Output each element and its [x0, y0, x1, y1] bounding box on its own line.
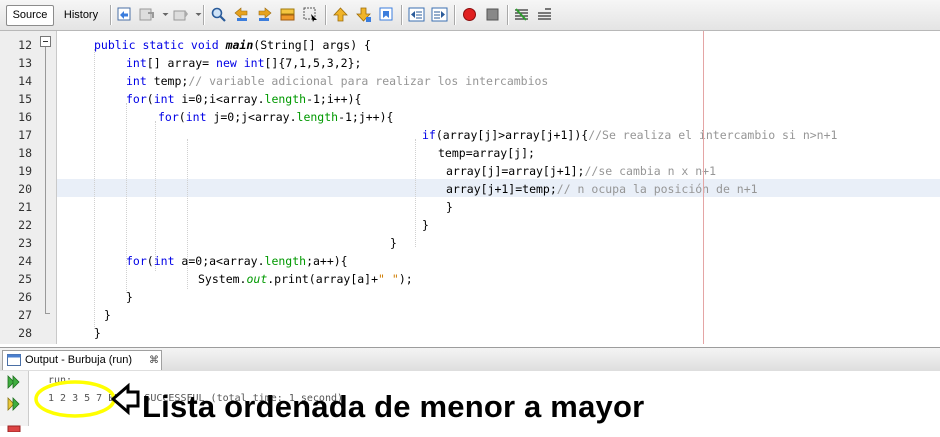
editor-toolbar: Source History [0, 0, 940, 31]
code-line: 20 array[j+1]=temp;// n ocupa la posició… [0, 180, 940, 198]
code-line: 27 } [0, 306, 940, 324]
line-number: 24 [18, 254, 32, 268]
code-line: 24 for(int a=0;a<array.length;a++){ [0, 252, 940, 270]
output-tab-label: Output - Burbuja (run) [25, 354, 132, 366]
code-line: 16 for(int j=0;j<array.length-1;j++){ [0, 108, 940, 126]
code-line: 17 if(array[j]>array[j+1]){//Se realiza … [0, 126, 940, 144]
line-number: 26 [18, 290, 32, 304]
code-text: if(array[j]>array[j+1]){//Se realiza el … [422, 128, 838, 142]
line-number: 15 [18, 92, 32, 106]
line-number: 19 [18, 164, 32, 178]
code-line: 18 temp=array[j]; [0, 144, 940, 162]
line-number: 25 [18, 272, 32, 286]
start-macro-icon[interactable] [461, 6, 478, 23]
find-previous-icon[interactable] [233, 6, 250, 23]
line-number: 22 [18, 218, 32, 232]
line-number: 28 [18, 326, 32, 340]
code-line: 19 array[j]=array[j+1];//se cambia n x n… [0, 162, 940, 180]
forward-icon[interactable] [172, 6, 189, 23]
code-text: } [422, 218, 429, 232]
code-line: 13 int[] array= new int[]{7,1,5,3,2}; [0, 54, 940, 72]
code-line: 25 System.out.print(array[a]+" "); [0, 270, 940, 288]
toggle-bookmark-icon[interactable] [378, 6, 395, 23]
stop-macro-icon[interactable] [484, 6, 501, 23]
code-line: 22 } [0, 216, 940, 234]
code-text: } [94, 326, 101, 340]
find-icon[interactable] [210, 6, 227, 23]
code-text: public static void main(String[] args) { [94, 38, 371, 52]
toolbar-separator [203, 5, 205, 25]
code-line: 14 int temp;// variable adicional para r… [0, 72, 940, 90]
code-text: int[] array= new int[]{7,1,5,3,2}; [126, 56, 362, 70]
tab-source[interactable]: Source [6, 5, 54, 26]
line-number: 12 [18, 38, 32, 52]
back-dropdown-icon[interactable] [157, 6, 169, 23]
find-next-icon[interactable] [256, 6, 273, 23]
uncomment-icon[interactable] [536, 6, 553, 23]
code-text: for(int j=0;j<array.length-1;j++){ [158, 110, 394, 124]
code-editor[interactable]: 12 public static void main(String[] args… [0, 31, 940, 344]
code-text: for(int i=0;i<array.length-1;i++){ [126, 92, 362, 106]
code-text: array[j+1]=temp;// n ocupa la posición d… [446, 182, 758, 196]
comment-icon[interactable] [513, 6, 530, 23]
stop-icon[interactable] [7, 419, 21, 433]
rerun-with-args-icon[interactable] [7, 397, 21, 411]
code-line: 23 } [0, 234, 940, 252]
code-line: 12 public static void main(String[] args… [0, 36, 940, 54]
code-line: 28 } [0, 324, 940, 342]
code-line: 21 } [0, 198, 940, 216]
toolbar-separator [325, 5, 327, 25]
output-window-icon [7, 354, 21, 366]
line-number: 18 [18, 146, 32, 160]
code-text: int temp;// variable adicional para real… [126, 74, 549, 88]
output-window-header: Output - Burbuja (run) ⌘ [0, 347, 940, 372]
previous-bookmark-icon[interactable] [332, 6, 349, 23]
code-line: 15 for(int i=0;i<array.length-1;i++){ [0, 90, 940, 108]
line-number: 27 [18, 308, 32, 322]
line-number: 21 [18, 200, 32, 214]
toolbar-separator [401, 5, 403, 25]
shift-right-icon[interactable] [431, 6, 448, 23]
code-text: System.out.print(array[a]+" "); [198, 272, 413, 286]
rerun-icon[interactable] [7, 375, 21, 389]
code-line: 26 } [0, 288, 940, 306]
code-text: } [126, 290, 133, 304]
line-number: 20 [18, 182, 32, 196]
forward-dropdown-icon[interactable] [190, 6, 202, 23]
find-selection-icon[interactable] [302, 6, 319, 23]
line-number: 23 [18, 236, 32, 250]
next-bookmark-icon[interactable] [355, 6, 372, 23]
back-icon[interactable] [139, 6, 156, 23]
code-text: } [446, 200, 453, 214]
line-number: 13 [18, 56, 32, 70]
toggle-highlight-icon[interactable] [279, 6, 296, 23]
output-side-toolbar [0, 371, 29, 433]
tab-output[interactable]: Output - Burbuja (run) ⌘ [2, 350, 162, 370]
code-text: } [390, 236, 397, 250]
right-margin-line [703, 31, 704, 344]
annotation-text: Lista ordenada de menor a mayor [142, 389, 645, 424]
code-text: } [104, 308, 111, 322]
line-number: 17 [18, 128, 32, 142]
tab-history[interactable]: History [56, 5, 106, 26]
close-icon[interactable]: ⌘ [149, 351, 159, 370]
toolbar-separator [507, 5, 509, 25]
code-text: array[j]=array[j+1];//se cambia n x n+1 [446, 164, 717, 178]
last-edit-icon[interactable] [116, 6, 133, 23]
code-text: for(int a=0;a<array.length;a++){ [126, 254, 348, 268]
output-run-line: run: [48, 375, 73, 386]
toolbar-separator [454, 5, 456, 25]
code-text: temp=array[j]; [438, 146, 535, 160]
shift-left-icon[interactable] [408, 6, 425, 23]
line-number: 14 [18, 74, 32, 88]
toolbar-separator [110, 5, 112, 25]
line-number: 16 [18, 110, 32, 124]
